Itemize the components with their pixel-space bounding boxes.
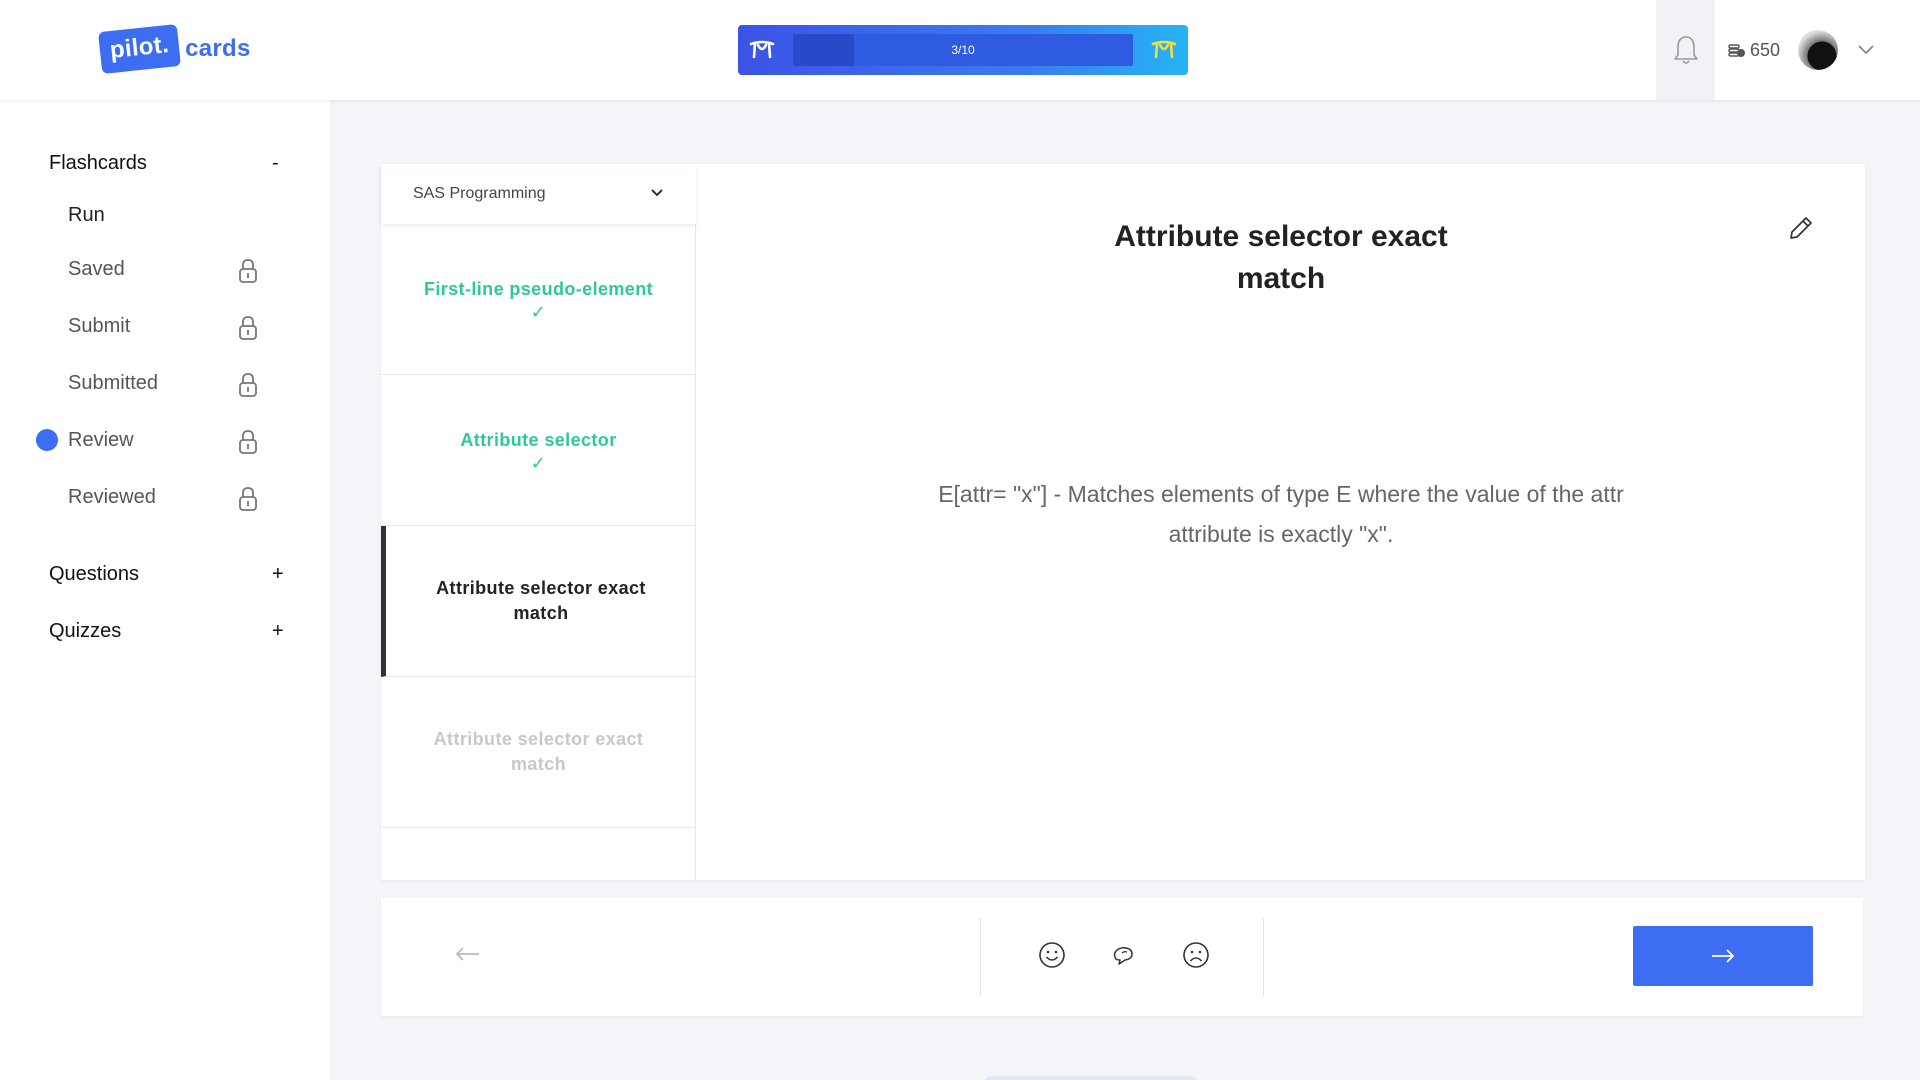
session-progress: 3/10: [738, 25, 1188, 75]
progress-label: 3/10: [951, 43, 975, 57]
logo-text: cards: [185, 35, 251, 62]
chevron-down-icon[interactable]: [1856, 42, 1876, 56]
list-item-title: First-line pseudo-element: [423, 278, 654, 299]
bell-icon: [1673, 36, 1698, 64]
divider: [980, 918, 981, 996]
lock-icon: [239, 259, 257, 283]
sidebar-section-flashcards[interactable]: Flashcards: [49, 152, 147, 175]
card-content: Attribute selector exact match E[attr= "…: [697, 164, 1865, 880]
avatar[interactable]: [1798, 30, 1838, 70]
active-indicator-dot: [36, 429, 58, 451]
expand-quizzes-button[interactable]: +: [272, 620, 284, 643]
list-item[interactable]: Attribute selector ✓: [381, 375, 696, 526]
lock-icon: [239, 316, 257, 340]
sidebar-item-submit[interactable]: Submit: [68, 315, 130, 338]
smile-icon[interactable]: [1038, 941, 1066, 969]
deck-select[interactable]: SAS Programming: [381, 164, 696, 224]
sidebar-item-review[interactable]: Review: [68, 429, 134, 452]
coin-icon: [1728, 43, 1745, 57]
sidebar: Flashcards - Run Saved Submit Submitted …: [0, 100, 330, 1080]
divider: [1263, 918, 1264, 996]
check-icon: ✓: [530, 452, 547, 473]
lock-icon: [239, 373, 257, 397]
bottom-tab: [985, 1076, 1197, 1080]
list-item-title: Attribute selector exact match: [433, 729, 644, 774]
coin-balance: 650: [1728, 40, 1780, 61]
finish-bar-icon: [1140, 25, 1188, 75]
list-item-active[interactable]: Attribute selector exact match: [381, 526, 696, 677]
card-title: Attribute selector exact match: [1114, 220, 1448, 295]
list-item[interactable]: Attribute selector exact match: [381, 677, 696, 828]
arrow-left-icon[interactable]: [453, 942, 483, 966]
expand-questions-button[interactable]: +: [272, 563, 284, 586]
sidebar-item-submitted[interactable]: Submitted: [68, 372, 158, 395]
coin-count: 650: [1750, 40, 1781, 60]
chevron-down-icon: [651, 189, 663, 197]
pencil-icon[interactable]: [1787, 214, 1815, 242]
lock-icon: [239, 487, 257, 511]
deck-select-value: SAS Programming: [413, 185, 546, 202]
card-list: SAS Programming First-line pseudo-elemen…: [381, 164, 696, 880]
list-item[interactable]: First-line pseudo-element ✓: [381, 224, 696, 375]
logo-badge: pilot.: [98, 23, 182, 75]
card-answer: E[attr= "x"] - Matches elements of type …: [938, 481, 1624, 547]
logo[interactable]: pilot. cards: [98, 23, 251, 75]
sidebar-section-quizzes[interactable]: Quizzes: [49, 620, 121, 643]
arrow-right-icon: [1712, 949, 1735, 963]
progress-bar: 3/10: [793, 34, 1133, 66]
chat-bubbles-icon[interactable]: [1110, 941, 1138, 969]
flashcard-panel: SAS Programming First-line pseudo-elemen…: [381, 164, 1865, 880]
lock-icon: [239, 430, 257, 454]
check-icon: ✓: [530, 301, 547, 322]
card-navigation: [381, 898, 1863, 1016]
list-item-title: Attribute selector: [460, 429, 617, 450]
sidebar-section-questions[interactable]: Questions: [49, 563, 139, 586]
frown-icon[interactable]: [1182, 941, 1210, 969]
next-card-button[interactable]: [1633, 926, 1813, 986]
sidebar-item-reviewed[interactable]: Reviewed: [68, 486, 156, 509]
list-item-title: Attribute selector exact match: [436, 578, 646, 623]
top-header: pilot. cards 3/10 650: [0, 0, 1920, 100]
sidebar-item-saved[interactable]: Saved: [68, 258, 125, 281]
sidebar-item-run[interactable]: Run: [68, 204, 105, 227]
start-bar-icon: [738, 25, 786, 75]
notifications-button[interactable]: [1656, 0, 1715, 100]
collapse-flashcards-button[interactable]: -: [272, 152, 279, 175]
